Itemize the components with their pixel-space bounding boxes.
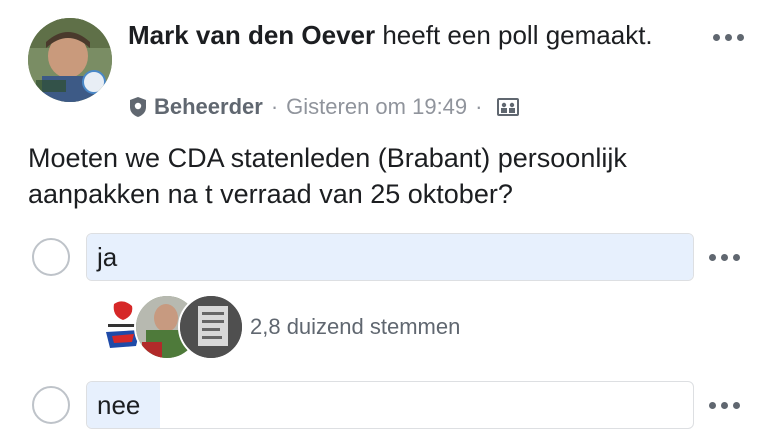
poll-option-nee[interactable]: nee xyxy=(86,381,694,429)
meta-separator: · xyxy=(270,94,279,119)
poll-option-more-button[interactable] xyxy=(704,390,744,420)
voter-avatars[interactable] xyxy=(90,294,244,360)
role-badge: Beheerder xyxy=(154,94,263,119)
poll-option-label: nee xyxy=(97,390,141,420)
poll-option-more-button[interactable] xyxy=(704,242,744,272)
author-avatar[interactable] xyxy=(28,18,112,102)
group-icon xyxy=(497,98,520,116)
poll-option-label: ja xyxy=(97,242,118,272)
author-name[interactable]: Mark van den Oever xyxy=(128,20,375,50)
poll-option-fill xyxy=(87,234,693,280)
post-timestamp[interactable]: Gisteren om 19:49 xyxy=(286,94,467,120)
more-dots-icon xyxy=(704,242,744,272)
poll-option-radio-ja[interactable] xyxy=(32,238,70,276)
post-action-text: heeft een poll gemaakt. xyxy=(375,20,653,50)
post-header: Mark van den Oever heeft een poll gemaak… xyxy=(128,18,688,53)
vote-count[interactable]: 2,8 duizend stemmen xyxy=(250,312,460,342)
shield-icon xyxy=(130,97,146,117)
more-dots-icon xyxy=(708,22,748,52)
post-meta: Beheerder · Gisteren om 19:49 · xyxy=(128,92,520,122)
poll-option-ja[interactable]: ja xyxy=(86,233,694,281)
poll-question: Moeten we CDA statenleden (Brabant) pers… xyxy=(28,143,627,209)
more-dots-icon xyxy=(704,390,744,420)
poll-option-radio-nee[interactable] xyxy=(32,386,70,424)
post-options-button[interactable] xyxy=(708,22,748,52)
meta-separator: · xyxy=(475,94,483,119)
voter-avatar xyxy=(178,294,244,360)
